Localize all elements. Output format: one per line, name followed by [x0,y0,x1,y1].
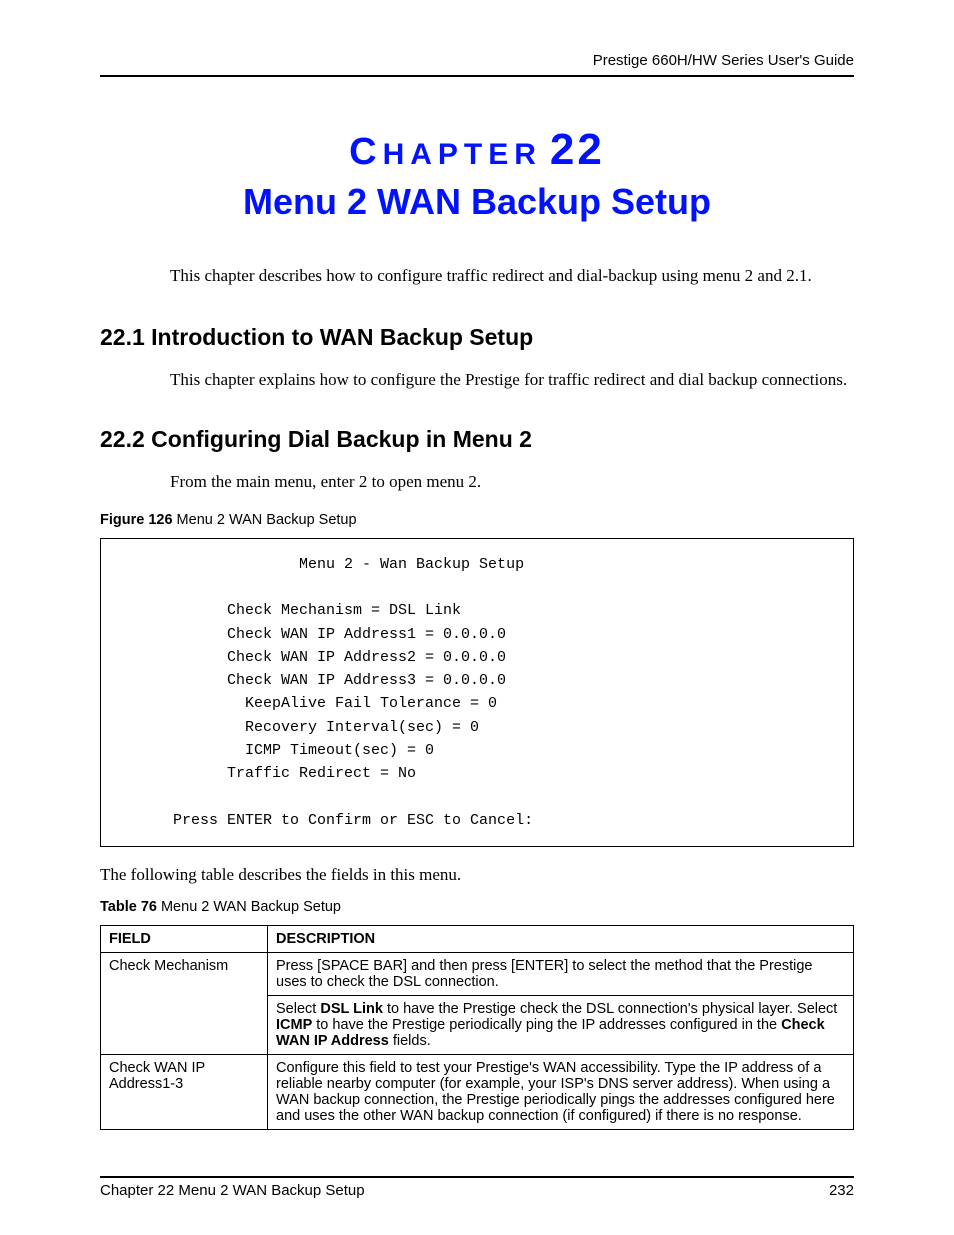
chapter-title: Menu 2 WAN Backup Setup [100,181,854,223]
col-field: FIELD [101,925,268,952]
figure-terminal-box: Menu 2 - Wan Backup Setup Check Mechanis… [100,538,854,847]
cell-field: Check WAN IP Address1-3 [101,1054,268,1129]
description-table: FIELD DESCRIPTION Check Mechanism Press … [100,925,854,1130]
footer-page-number: 232 [829,1182,854,1199]
table-caption-text: Menu 2 WAN Backup Setup [157,899,341,915]
footer-left: Chapter 22 Menu 2 WAN Backup Setup [100,1182,365,1199]
cell-desc: Configure this field to test your Presti… [268,1054,854,1129]
header-rule [100,75,854,77]
figure-caption: Figure 126 Menu 2 WAN Backup Setup [100,512,854,528]
cell-desc: Press [SPACE BAR] and then press [ENTER]… [268,952,854,995]
section-22-1-para: This chapter explains how to configure t… [100,369,854,392]
chapter-heading: CHAPTER 22 [100,125,854,175]
cell-desc: Select DSL Link to have the Prestige che… [268,995,854,1054]
table-row: Check WAN IP Address1-3 Configure this f… [101,1054,854,1129]
table-header-row: FIELD DESCRIPTION [101,925,854,952]
chapter-label-rest: HAPTER [383,138,542,171]
table-number: Table 76 [100,899,157,915]
footer: Chapter 22 Menu 2 WAN Backup Setup 232 [100,1176,854,1199]
cell-field: Check Mechanism [101,952,268,1054]
chapter-intro: This chapter describes how to configure … [100,265,854,288]
section-22-2-heading: 22.2 Configuring Dial Backup in Menu 2 [100,426,854,453]
chapter-number: 22 [550,125,605,174]
page: Prestige 660H/HW Series User's Guide CHA… [0,0,954,1235]
chapter-label-initial: C [349,131,382,173]
table-row: Check Mechanism Press [SPACE BAR] and th… [101,952,854,995]
figure-caption-text: Menu 2 WAN Backup Setup [173,512,357,528]
table-caption: Table 76 Menu 2 WAN Backup Setup [100,899,854,915]
footer-rule [100,1176,854,1178]
col-description: DESCRIPTION [268,925,854,952]
header-guide-title: Prestige 660H/HW Series User's Guide [100,52,854,69]
section-22-2-para: From the main menu, enter 2 to open menu… [100,471,854,494]
after-figure-para: The following table describes the fields… [100,865,854,885]
figure-number: Figure 126 [100,512,173,528]
section-22-1-heading: 22.1 Introduction to WAN Backup Setup [100,324,854,351]
